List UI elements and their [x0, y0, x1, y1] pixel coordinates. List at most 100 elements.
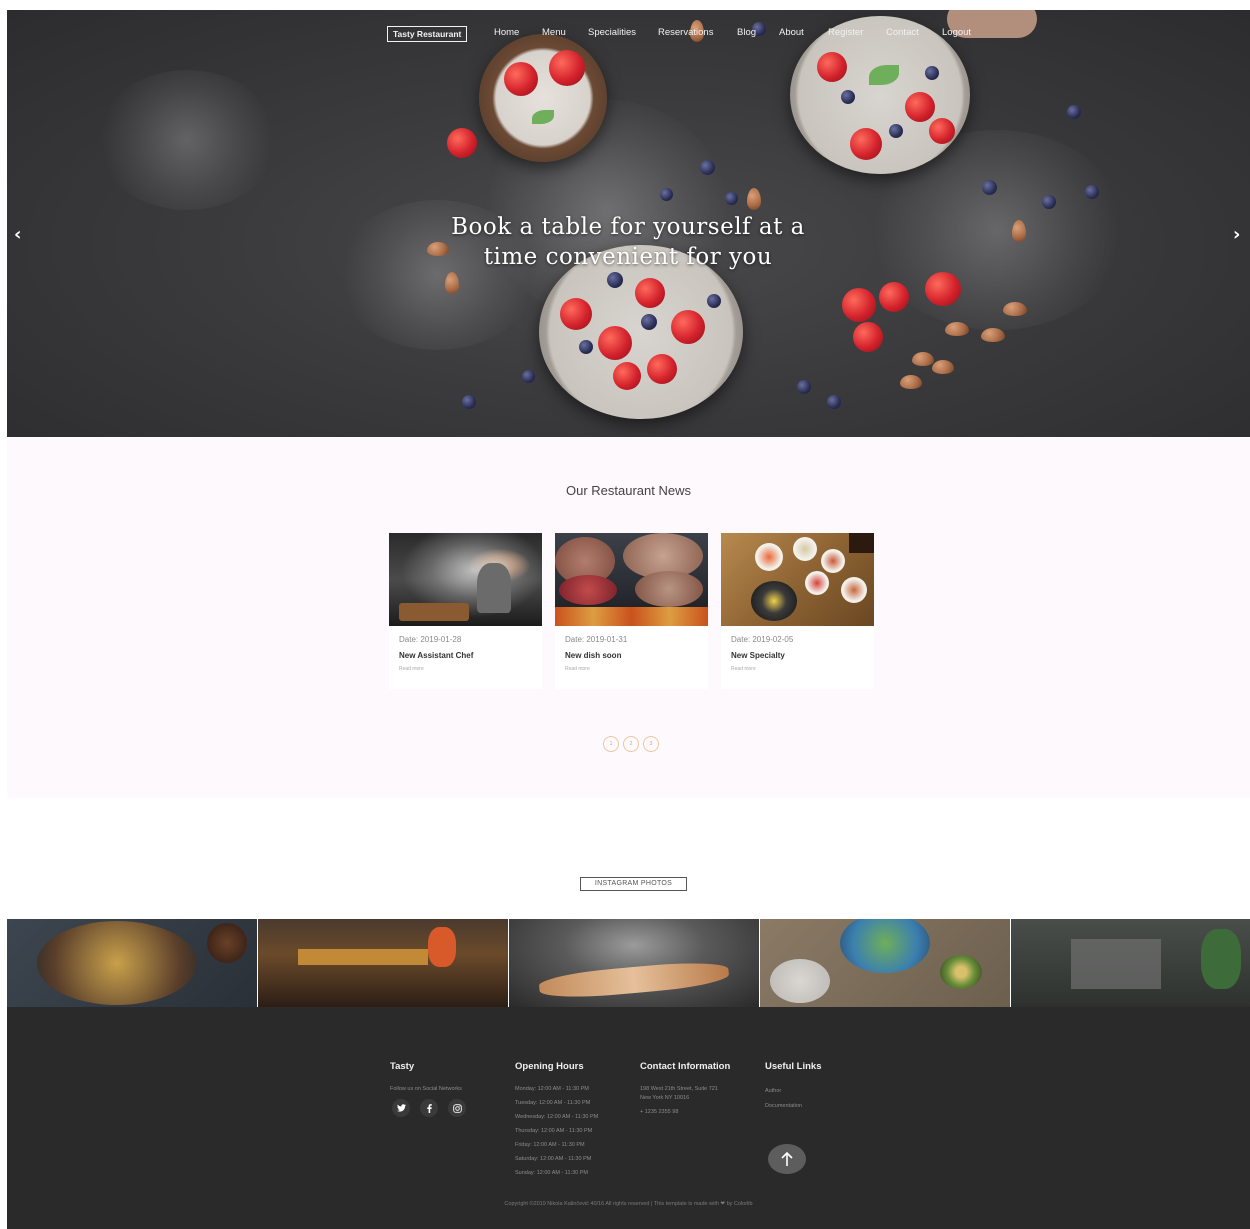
strawberry: [879, 282, 909, 312]
bibimbap-bowl: [751, 581, 797, 621]
hours-row: Thursday: 12:00 AM - 11:30 PM: [515, 1128, 593, 1134]
read-more-link[interactable]: Read more: [399, 666, 424, 672]
blueberry: [700, 160, 715, 175]
nav-blog[interactable]: Blog: [737, 27, 756, 39]
copyright-text: Copyright ©2019 Nikola Kalinčević 40/16 …: [504, 1201, 753, 1207]
blueberry: [660, 188, 673, 201]
news-card[interactable]: Date: 2019-02-05 New Specialty Read more: [721, 533, 874, 689]
cup: [207, 923, 247, 963]
contact-address-line2: New York NY 10016: [640, 1095, 690, 1101]
instagram-strip: [7, 919, 1250, 1007]
news-heading: Our Restaurant News: [566, 483, 691, 498]
news-card-title[interactable]: New Specialty: [731, 651, 785, 660]
almond: [445, 272, 459, 294]
instagram-photo[interactable]: [258, 919, 508, 1007]
instagram-photo[interactable]: [509, 919, 759, 1007]
blueberry: [607, 272, 623, 288]
blueberry: [707, 294, 721, 308]
footer-links-heading: Useful Links: [765, 1061, 822, 1072]
news-card-image[interactable]: [721, 533, 874, 626]
brand-logo[interactable]: Tasty Restaurant: [387, 26, 468, 42]
instagram-photo[interactable]: [760, 919, 1010, 1007]
slider-prev-arrow-icon[interactable]: ‹: [14, 225, 21, 245]
strawberry: [635, 278, 665, 308]
hours-row: Monday: 12:00 AM - 11:30 PM: [515, 1086, 589, 1092]
nav-about[interactable]: About: [779, 27, 804, 39]
footer-tasty-heading: Tasty: [390, 1061, 415, 1072]
plant: [1201, 929, 1241, 989]
back-to-top-icon[interactable]: [768, 1144, 806, 1174]
blueberry: [641, 314, 657, 330]
news-card-image[interactable]: [555, 533, 708, 626]
nav-home[interactable]: Home: [494, 27, 519, 39]
almond: [1003, 302, 1027, 316]
nav-contact[interactable]: Contact: [886, 27, 919, 39]
strawberry: [560, 298, 592, 330]
nav-specialities[interactable]: Specialities: [588, 27, 636, 39]
side-dish: [841, 577, 867, 603]
facebook-icon[interactable]: [420, 1099, 438, 1117]
nav-menu[interactable]: Menu: [542, 27, 566, 39]
side-dish: [805, 571, 829, 595]
slider-next-arrow-icon[interactable]: ›: [1233, 225, 1240, 245]
nav-reservations[interactable]: Reservations: [658, 27, 713, 39]
strawberry: [905, 92, 935, 122]
blueberry: [1085, 185, 1099, 199]
news-card-title[interactable]: New Assistant Chef: [399, 651, 473, 660]
instagram-icon[interactable]: [448, 1099, 466, 1117]
blueberry: [841, 90, 855, 104]
nav-logout[interactable]: Logout: [942, 27, 971, 39]
kitchen-counter: [1071, 939, 1161, 989]
pagination-page-2[interactable]: 2: [623, 736, 639, 752]
footer-link-author[interactable]: Author: [765, 1087, 781, 1095]
hero-title-line2: time convenient for you: [483, 244, 773, 270]
almond: [981, 328, 1005, 342]
twitter-icon[interactable]: [392, 1099, 410, 1117]
blueberry: [889, 124, 903, 138]
pagination-page-1[interactable]: 1: [603, 736, 619, 752]
footer-link-documentation[interactable]: Documentation: [765, 1102, 802, 1110]
blueberry: [462, 395, 476, 409]
strawberry: [853, 322, 883, 352]
strawberry: [850, 128, 882, 160]
almond: [912, 352, 934, 366]
salad-bowl: [840, 919, 930, 973]
footer: Tasty Follow us on Social Networks Openi…: [7, 1007, 1250, 1229]
nav-register[interactable]: Register: [828, 27, 863, 39]
blueberry: [522, 370, 535, 383]
news-card-image[interactable]: [389, 533, 542, 626]
read-more-link[interactable]: Read more: [731, 666, 756, 672]
hero-title: Book a table for yourself at a time conv…: [378, 212, 878, 272]
dark-bowl: [849, 533, 874, 553]
burger-patty: [559, 575, 617, 605]
side-dish: [793, 537, 817, 561]
blueberry: [797, 380, 811, 394]
strawberry: [671, 310, 705, 344]
instagram-photos-button[interactable]: INSTAGRAM PHOTOS: [580, 877, 687, 891]
blueberry: [925, 66, 939, 80]
flowers: [770, 959, 830, 1003]
blueberry: [1067, 105, 1081, 119]
read-more-link[interactable]: Read more: [565, 666, 590, 672]
news-card-title[interactable]: New dish soon: [565, 651, 621, 660]
contact-address-line1: 198 West 21th Street, Suite 721: [640, 1086, 718, 1092]
almond: [900, 375, 922, 389]
strawberry: [549, 50, 585, 86]
contact-phone[interactable]: + 1235 2355 98: [640, 1108, 678, 1116]
blueberry: [579, 340, 593, 354]
footer-hours-heading: Opening Hours: [515, 1061, 584, 1072]
news-card-date: Date: 2019-01-28: [399, 635, 462, 644]
strawberry: [504, 62, 538, 96]
strawberry: [842, 288, 876, 322]
instagram-photo[interactable]: [7, 919, 257, 1007]
instagram-photo[interactable]: [1011, 919, 1250, 1007]
platter: [37, 921, 197, 1005]
hours-row: Saturday: 12:00 AM - 11:30 PM: [515, 1156, 592, 1162]
news-card[interactable]: Date: 2019-01-28 New Assistant Chef Read…: [389, 533, 542, 689]
grill-fire: [555, 607, 708, 626]
news-card[interactable]: Date: 2019-01-31 New dish soon Read more: [555, 533, 708, 689]
hours-row: Tuesday: 12:00 AM - 11:30 PM: [515, 1100, 591, 1106]
hero-flour: [97, 70, 277, 210]
pagination-page-3[interactable]: 3: [643, 736, 659, 752]
grilled-fish: [538, 958, 730, 1002]
